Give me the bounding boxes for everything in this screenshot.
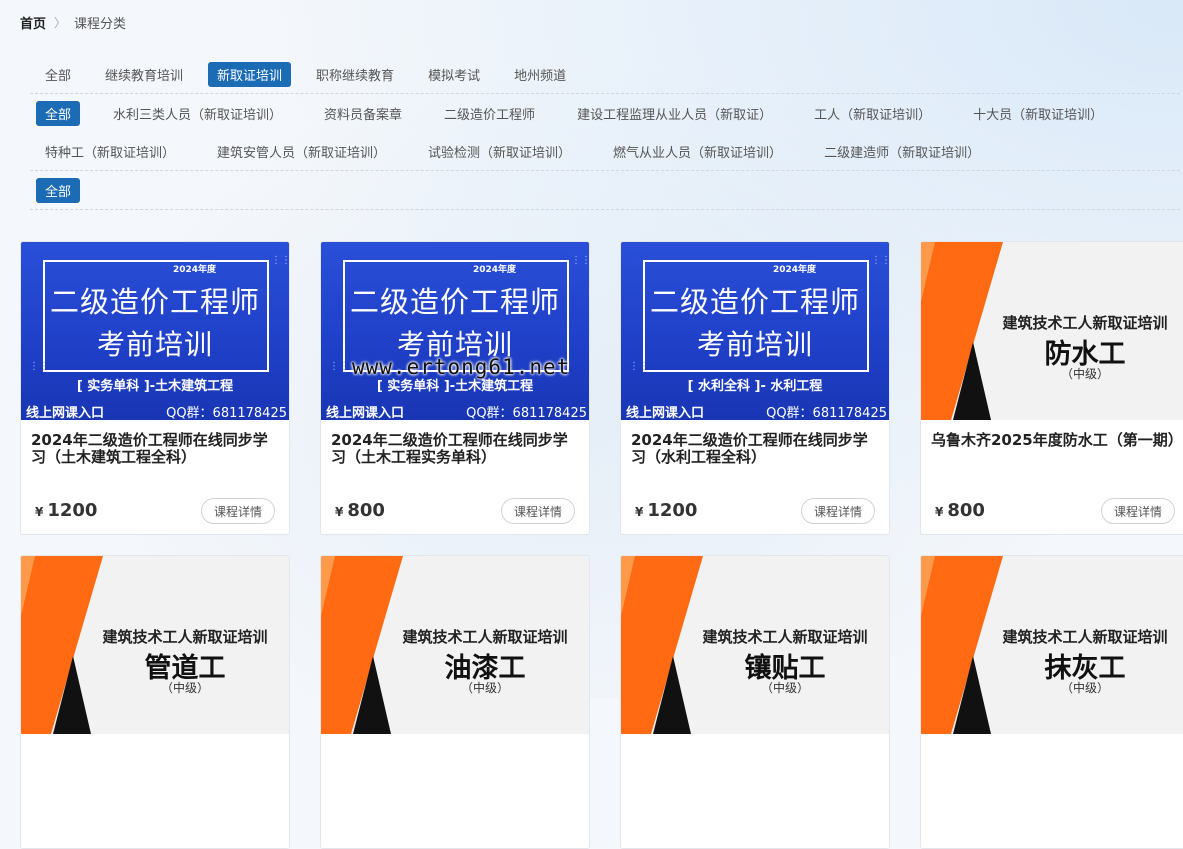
banner-entry: 线上网课入口	[26, 406, 105, 420]
currency-symbol: ¥	[335, 505, 344, 519]
course-title[interactable]: 2024年二级造价工程师在线同步学习（水利工程全科）	[631, 432, 879, 466]
banner-subject: [ 实务单科 ]-土木建筑工程	[76, 379, 234, 394]
course-price: ¥1200	[635, 500, 697, 521]
filter-row-subcategory-cont: 特种工（新取证培训） 建筑安管人员（新取证培训） 试验检测（新取证培训） 燃气从业人员…	[30, 132, 1180, 171]
filter-chip[interactable]: 水利三类人员（新取证培训）	[104, 101, 291, 126]
course-price: ¥800	[335, 500, 385, 521]
filter-chip[interactable]: 二级造价工程师	[435, 101, 544, 126]
price-value: 1200	[647, 500, 698, 521]
dots-icon: ⋮⋮	[329, 361, 349, 372]
course-price: ¥1200	[35, 500, 97, 521]
filter-chip[interactable]: 二级建造师（新取证培训）	[815, 139, 989, 164]
banner-heading: 建筑技术工人新取证培训	[402, 628, 568, 646]
banner-qq: QQ群：681178425	[466, 406, 587, 420]
filter-row-level3: 全部	[30, 171, 1180, 210]
price-value: 800	[347, 500, 385, 521]
filter-chip[interactable]: 资料员备案章	[315, 101, 411, 126]
filter-chip[interactable]: 燃气从业人员（新取证培训）	[604, 139, 791, 164]
filter-chip[interactable]: 全部	[36, 177, 81, 203]
course-banner[interactable]: 建筑技术工人新取证培训 油漆工 （中级）	[321, 556, 589, 734]
chevron-right-icon: 〉	[54, 16, 67, 30]
filter-chip[interactable]: 特种工（新取证培训）	[36, 139, 184, 164]
banner-heading: 建筑技术工人新取证培训	[1002, 628, 1168, 646]
watermark-text: www.ertong61.net	[352, 355, 571, 379]
course-banner[interactable]: 2024年度 二级造价工程师 考前培训 [ 实务单科 ]-土木建筑工程 线上网课…	[21, 242, 289, 420]
dots-icon: ⋮⋮	[571, 255, 589, 266]
banner-level: （中级）	[1060, 367, 1109, 381]
course-title[interactable]: 乌鲁木齐2025年度防水工（第一期）	[931, 432, 1183, 449]
filter-chip[interactable]: 职称继续教育	[307, 62, 403, 87]
filter-chip[interactable]: 工人（新取证培训）	[805, 101, 940, 126]
course-detail-button[interactable]: 课程详情	[1101, 498, 1175, 524]
banner-title: 二级造价工程师	[649, 285, 860, 319]
filter-chip[interactable]: 地州频道	[505, 62, 575, 87]
banner-qq: QQ群：681178425	[166, 406, 287, 420]
course-banner[interactable]: 建筑技术工人新取证培训 抹灰工 （中级）	[921, 556, 1183, 734]
course-card[interactable]: 建筑技术工人新取证培训 油漆工 （中级）	[320, 555, 590, 849]
dots-icon: ⋮⋮	[29, 361, 49, 372]
banner-qq: QQ群：681178425	[766, 406, 887, 420]
banner-level: （中级）	[460, 681, 509, 695]
filter-chip[interactable]: 新取证培训	[208, 62, 292, 87]
filter-chip[interactable]: 试验检测（新取证培训）	[419, 139, 580, 164]
filter-chip[interactable]: 建设工程监理从业人员（新取证）	[568, 101, 781, 126]
currency-symbol: ¥	[935, 505, 944, 519]
course-card[interactable]: 2024年度 二级造价工程师 考前培训 [ 实务单科 ]-土木建筑工程 线上网课…	[320, 241, 590, 535]
currency-symbol: ¥	[635, 505, 644, 519]
breadcrumb-current: 课程分类	[74, 17, 127, 32]
banner-year: 2024年度	[773, 265, 817, 275]
banner-entry: 线上网课入口	[626, 406, 705, 420]
filter-chip[interactable]: 十大员（新取证培训）	[964, 101, 1112, 126]
course-banner[interactable]: 建筑技术工人新取证培训 管道工 （中级）	[21, 556, 289, 734]
banner-heading: 建筑技术工人新取证培训	[702, 628, 868, 646]
banner-level: （中级）	[160, 681, 209, 695]
banner-year: 2024年度	[173, 265, 217, 275]
banner-year: 2024年度	[473, 265, 517, 275]
course-detail-button[interactable]: 课程详情	[501, 498, 575, 524]
filter-chip[interactable]: 建筑安管人员（新取证培训）	[208, 139, 395, 164]
banner-subject: [ 水利全科 ]- 水利工程	[687, 379, 823, 394]
filter-chip[interactable]: 全部	[36, 62, 80, 87]
banner-level: （中级）	[760, 681, 809, 695]
course-card[interactable]: 建筑技术工人新取证培训 抹灰工 （中级）	[920, 555, 1183, 849]
course-price: ¥800	[935, 500, 985, 521]
course-card[interactable]: 2024年度 二级造价工程师 考前培训 [ 水利全科 ]- 水利工程 线上网课入…	[620, 241, 890, 535]
course-detail-button[interactable]: 课程详情	[801, 498, 875, 524]
banner-heading: 建筑技术工人新取证培训	[1002, 314, 1168, 332]
course-card[interactable]: 建筑技术工人新取证培训 管道工 （中级）	[20, 555, 290, 849]
filter-panel: 全部 继续教育培训 新取证培训 职称继续教育 模拟考试 地州频道 全部 水利三类人员（新取证…	[30, 56, 1180, 210]
banner-title: 二级造价工程师	[49, 285, 260, 319]
breadcrumb-home[interactable]: 首页	[20, 13, 46, 32]
course-card[interactable]: 建筑技术工人新取证培训 镶贴工 （中级）	[620, 555, 890, 849]
breadcrumb: 首页 〉 课程分类	[20, 13, 126, 32]
currency-symbol: ¥	[35, 505, 44, 519]
course-banner[interactable]: 建筑技术工人新取证培训 防水工 （中级）	[921, 242, 1183, 420]
banner-level: （中级）	[1060, 681, 1109, 695]
filter-chip[interactable]: 继续教育培训	[96, 62, 192, 87]
banner-subtitle: 考前培训	[696, 328, 813, 361]
banner-title: 二级造价工程师	[349, 285, 560, 319]
course-banner[interactable]: 2024年度 二级造价工程师 考前培训 [ 水利全科 ]- 水利工程 线上网课入…	[621, 242, 889, 420]
course-title[interactable]: 2024年二级造价工程师在线同步学习（土木工程实务单科）	[331, 432, 579, 466]
course-detail-button[interactable]: 课程详情	[201, 498, 275, 524]
filter-row-subcategory: 全部 水利三类人员（新取证培训） 资料员备案章 二级造价工程师 建设工程监理从业人员（新…	[30, 94, 1180, 132]
banner-entry: 线上网课入口	[326, 406, 405, 420]
banner-heading: 建筑技术工人新取证培训	[102, 628, 268, 646]
banner-subtitle: 考前培训	[96, 328, 213, 361]
dots-icon: ⋮⋮	[871, 255, 889, 266]
filter-row-category: 全部 继续教育培训 新取证培训 职称继续教育 模拟考试 地州频道	[30, 56, 1180, 94]
price-value: 800	[947, 500, 985, 521]
dots-icon: ⋮⋮	[629, 361, 649, 372]
course-card[interactable]: 建筑技术工人新取证培训 防水工 （中级） 乌鲁木齐2025年度防水工（第一期） …	[920, 241, 1183, 535]
dots-icon: ⋮⋮	[271, 255, 289, 266]
course-card[interactable]: 2024年度 二级造价工程师 考前培训 [ 实务单科 ]-土木建筑工程 线上网课…	[20, 241, 290, 535]
course-banner[interactable]: 2024年度 二级造价工程师 考前培训 [ 实务单科 ]-土木建筑工程 线上网课…	[321, 242, 589, 420]
filter-chip[interactable]: 模拟考试	[419, 62, 489, 87]
course-banner[interactable]: 建筑技术工人新取证培训 镶贴工 （中级）	[621, 556, 889, 734]
course-title[interactable]: 2024年二级造价工程师在线同步学习（土木建筑工程全科）	[31, 432, 279, 466]
filter-chip[interactable]: 全部	[36, 100, 81, 126]
price-value: 1200	[47, 500, 98, 521]
